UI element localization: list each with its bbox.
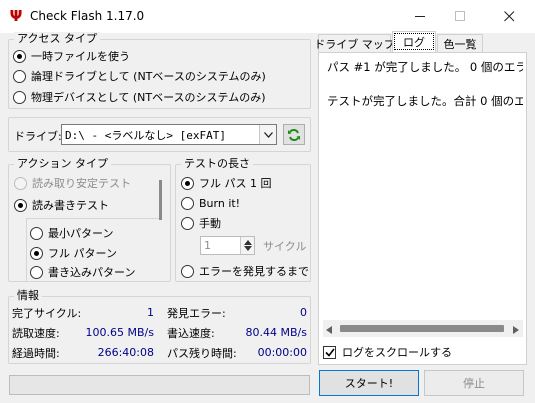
test-length-title: テストの長さ — [181, 157, 253, 170]
stop-button: 停止 — [424, 370, 524, 396]
info-value: 00:00:00 — [257, 346, 307, 359]
info-value: 100.65 MB/s — [85, 326, 154, 339]
info-read-speed: 読取速度: 100.65 MB/s — [12, 324, 154, 341]
length-manual[interactable]: 手動 — [181, 214, 221, 232]
info-elapsed: 経過時間: 266:40:08 — [12, 344, 154, 361]
progress-bar — [9, 375, 310, 395]
info-label: 発見エラー: — [167, 306, 226, 320]
radio-icon — [181, 196, 194, 210]
radio-icon — [181, 216, 194, 230]
length-full-pass[interactable]: フル パス 1 回 — [181, 174, 272, 192]
pattern-label: 書き込みパターン — [48, 266, 136, 279]
refresh-drives-button[interactable] — [283, 124, 305, 145]
pattern-label: 最小パターン — [48, 227, 114, 240]
info-cycles: 完了サイクル: 1 — [12, 304, 154, 321]
tab-label: ドライブ マップ — [314, 37, 395, 51]
action-option-label: 読み取り安定テスト — [32, 177, 131, 190]
start-button-label: スタート! — [344, 377, 394, 390]
chevron-down-icon — [259, 125, 276, 144]
action-type-title: アクション タイプ — [14, 157, 111, 170]
tab-drive-map[interactable]: ドライブ マップ — [314, 34, 395, 52]
length-option-label: Burn it! — [199, 196, 241, 210]
scroll-thumb[interactable] — [340, 325, 504, 332]
tab-label: ログ — [403, 36, 425, 49]
info-write-speed: 書込速度: 80.44 MB/s — [167, 324, 307, 341]
drive-label: ドライブ: — [14, 130, 62, 143]
access-type-title: アクセス タイプ — [14, 32, 100, 45]
action-option-label: 読み書きテスト — [32, 199, 109, 212]
tab-legend[interactable]: 色一覧 — [437, 34, 483, 52]
radio-icon — [13, 69, 26, 83]
info-label: 読取速度: — [12, 326, 60, 340]
stop-button-label: 停止 — [463, 377, 485, 390]
info-value: 1 — [147, 306, 154, 319]
start-button[interactable]: スタート! — [319, 370, 419, 396]
radio-icon — [181, 264, 194, 278]
close-icon — [503, 11, 514, 22]
access-option-label: 物理デバイスとして (NTベースのシステムのみ) — [31, 91, 266, 104]
scroll-log-checkbox[interactable]: ログをスクロールする — [323, 343, 452, 361]
pattern-full[interactable]: フル パターン — [30, 244, 117, 262]
radio-icon — [13, 49, 26, 63]
length-option-label: フル パス 1 回 — [199, 177, 272, 190]
radio-icon — [14, 176, 27, 190]
log-text-area[interactable]: パス #1 が完了しました。 0 個のエラーが検 テストが完了しました。合計 0… — [323, 56, 523, 337]
access-option-label: 一時ファイルを使う — [31, 50, 130, 63]
radio-icon — [181, 176, 194, 190]
length-option-label: 手動 — [199, 217, 221, 230]
radio-icon — [13, 90, 26, 104]
scroll-thumb[interactable] — [159, 180, 162, 220]
spin-arrows-icon — [240, 237, 254, 254]
length-until-error[interactable]: エラーを発見するまで — [181, 262, 309, 280]
horizontal-scrollbar[interactable] — [323, 320, 523, 337]
info-remaining: パス残り時間: 00:00:00 — [167, 344, 307, 361]
refresh-icon — [288, 128, 300, 141]
info-label: パス残り時間: — [167, 346, 237, 360]
window-title: Check Flash 1.17.0 — [30, 9, 145, 23]
access-option-logical-drive[interactable]: 論理ドライブとして (NTベースのシステムのみ) — [13, 67, 266, 85]
tab-log[interactable]: ログ — [392, 31, 436, 52]
access-option-temp-file[interactable]: 一時ファイルを使う — [13, 47, 130, 65]
app-logo-icon: Ψ — [9, 7, 23, 25]
scroll-right-icon[interactable] — [513, 324, 519, 337]
length-option-label: エラーを発見するまで — [199, 265, 309, 278]
access-option-physical-device[interactable]: 物理デバイスとして (NTベースのシステムのみ) — [13, 88, 266, 106]
cycles-stepper[interactable]: 1 — [200, 236, 255, 255]
drive-select[interactable]: D:\ - <ラベルなし> [exFAT] — [61, 124, 277, 145]
radio-icon — [14, 198, 27, 212]
action-read-write-test[interactable]: 読み書きテスト — [14, 196, 109, 214]
length-burn-it[interactable]: Burn it! — [181, 194, 240, 212]
log-line: パス #1 が完了しました。 0 個のエラーが検 — [327, 60, 523, 74]
info-label: 書込速度: — [167, 326, 215, 340]
pattern-minimal[interactable]: 最小パターン — [30, 224, 113, 242]
tab-label: 色一覧 — [443, 37, 477, 51]
radio-icon — [30, 226, 43, 240]
radio-icon — [30, 265, 43, 279]
info-errors: 発見エラー: 0 — [167, 304, 307, 321]
maximize-button — [437, 0, 483, 33]
radio-icon — [30, 246, 43, 260]
maximize-icon — [454, 11, 465, 21]
checkbox-icon — [323, 345, 336, 359]
scroll-log-label: ログをスクロールする — [342, 346, 452, 359]
drive-select-value: D:\ - <ラベルなし> [exFAT] — [65, 128, 226, 142]
scroll-left-icon[interactable] — [326, 324, 332, 337]
access-option-label: 論理ドライブとして (NTベースのシステムのみ) — [31, 70, 266, 83]
info-value: 80.44 MB/s — [245, 326, 307, 339]
info-value: 0 — [300, 306, 307, 319]
cycles-value: 1 — [204, 239, 211, 252]
info-value: 266:40:08 — [97, 346, 154, 359]
minimize-icon — [414, 16, 425, 17]
info-title: 情報 — [14, 289, 42, 302]
info-label: 完了サイクル: — [12, 306, 82, 320]
info-label: 経過時間: — [12, 346, 60, 360]
pattern-label: フル パターン — [48, 247, 117, 260]
log-line: テストが完了しました。合計 0 個のエラーが — [327, 94, 523, 108]
pattern-write[interactable]: 書き込みパターン — [30, 263, 135, 281]
action-read-stability-test: 読み取り安定テスト — [14, 174, 131, 192]
close-button[interactable] — [486, 0, 532, 33]
cycles-label: サイクル — [263, 240, 307, 253]
